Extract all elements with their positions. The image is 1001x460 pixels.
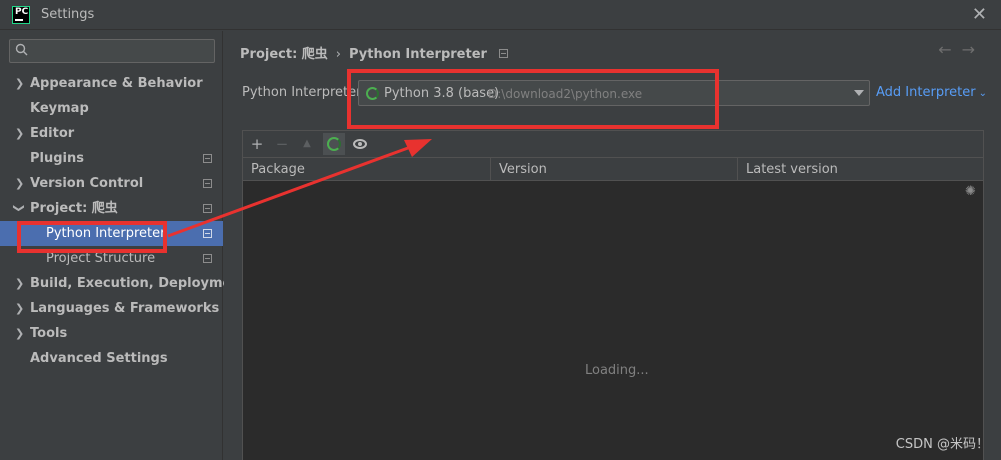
- packages-table-body: ✺ Loading...: [243, 181, 983, 460]
- sidebar-item-label: Appearance & Behavior: [30, 76, 203, 91]
- chevron-down-icon: ❯: [12, 203, 26, 213]
- search-icon: [15, 43, 28, 56]
- project-scope-icon: [203, 229, 212, 238]
- sidebar-item-label: Project: 爬虫: [30, 201, 118, 216]
- busy-spinner-icon: ✺: [965, 184, 976, 199]
- chevron-right-icon: ❯: [15, 327, 25, 340]
- sidebar-item-label: Keymap: [30, 101, 89, 116]
- project-scope-icon: [203, 254, 212, 263]
- sidebar-item-tools[interactable]: ❯ Tools: [0, 321, 223, 346]
- upgrade-package-button[interactable]: ▲: [296, 133, 318, 155]
- column-header-version[interactable]: Version: [491, 158, 738, 181]
- sidebar-item-keymap[interactable]: Keymap: [0, 96, 223, 121]
- window-title: Settings: [41, 7, 95, 22]
- dropdown-caret-icon: [854, 90, 864, 96]
- refresh-button[interactable]: [323, 133, 345, 155]
- sidebar-item-label: Build, Execution, Deployment: [30, 276, 247, 291]
- chevron-right-icon: ❯: [15, 277, 25, 290]
- project-scope-icon: [203, 204, 212, 213]
- chevron-right-icon: ❯: [15, 177, 25, 190]
- sidebar-item-languages-frameworks[interactable]: ❯ Languages & Frameworks: [0, 296, 223, 321]
- project-scope-icon: [203, 179, 212, 188]
- chevron-right-icon: ❯: [15, 302, 25, 315]
- eye-icon: [353, 139, 367, 149]
- back-arrow-icon[interactable]: ←: [938, 40, 961, 59]
- sidebar-item-label: Tools: [30, 326, 68, 341]
- sidebar-item-advanced-settings[interactable]: Advanced Settings: [0, 346, 223, 371]
- add-interpreter-link[interactable]: Add Interpreter ⌄: [876, 85, 987, 100]
- breadcrumb-separator: ›: [335, 47, 341, 62]
- sidebar-item-label: Version Control: [30, 176, 144, 191]
- show-early-releases-button[interactable]: [349, 133, 371, 155]
- add-interpreter-label: Add Interpreter: [876, 85, 976, 100]
- sidebar-item-label: Advanced Settings: [30, 351, 168, 366]
- add-package-button[interactable]: +: [246, 133, 268, 155]
- chevron-down-icon: ⌄: [978, 88, 987, 99]
- sidebar-item-label: Plugins: [30, 151, 84, 166]
- chevron-right-icon: ❯: [15, 77, 25, 90]
- highlight-box-sidebar: [17, 221, 167, 253]
- column-header-package[interactable]: Package: [243, 158, 491, 181]
- forward-arrow-icon[interactable]: →: [962, 40, 985, 59]
- sidebar-item-label: Languages & Frameworks: [30, 301, 220, 316]
- sidebar-item-project[interactable]: ❯ Project: 爬虫: [0, 196, 223, 221]
- loading-text: Loading...: [585, 363, 649, 378]
- sidebar-item-appearance-behavior[interactable]: ❯ Appearance & Behavior: [0, 71, 223, 96]
- project-scope-icon: [203, 154, 212, 163]
- search-input[interactable]: [34, 42, 210, 60]
- title-bar: PC Settings ✕: [0, 0, 1001, 30]
- loading-spinner-icon: [327, 137, 341, 151]
- packages-panel: + − ▲ Package Version Latest version ✺ L…: [242, 130, 984, 460]
- sidebar-item-plugins[interactable]: Plugins: [0, 146, 223, 171]
- sidebar-item-build-execution-deployment[interactable]: ❯ Build, Execution, Deployment: [0, 271, 247, 296]
- highlight-box-interpreter: [347, 69, 719, 129]
- watermark: CSDN @米码！: [895, 437, 989, 452]
- pycharm-logo-icon: PC: [12, 6, 30, 24]
- packages-table-header: Package Version Latest version: [243, 157, 983, 181]
- sidebar-item-editor[interactable]: ❯ Editor: [0, 121, 223, 146]
- sidebar-item-label: Editor: [30, 126, 75, 141]
- remove-package-button[interactable]: −: [271, 133, 293, 155]
- settings-search[interactable]: [9, 39, 215, 63]
- history-nav: ←→: [938, 40, 985, 59]
- chevron-right-icon: ❯: [15, 127, 25, 140]
- sidebar-item-version-control[interactable]: ❯ Version Control: [0, 171, 223, 196]
- project-scope-icon: [498, 49, 508, 58]
- close-icon[interactable]: ✕: [972, 4, 987, 25]
- breadcrumb: Project: 爬虫 › Python Interpreter: [240, 43, 508, 62]
- packages-toolbar: + − ▲: [243, 131, 983, 157]
- breadcrumb-page: Python Interpreter: [349, 47, 487, 62]
- breadcrumb-project: Project: 爬虫: [240, 47, 328, 62]
- column-header-latest-version[interactable]: Latest version: [738, 158, 983, 181]
